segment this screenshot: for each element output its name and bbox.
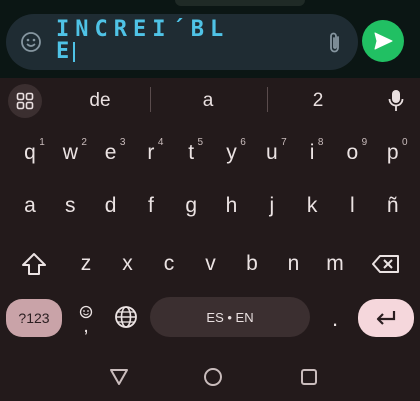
typed-line-1: INCREI´BL bbox=[56, 17, 230, 42]
key-row-4: ?123 , ES • EN . bbox=[0, 297, 420, 341]
key-9[interactable]: p0 bbox=[373, 131, 413, 175]
globe-icon bbox=[115, 306, 137, 328]
key-4[interactable]: g bbox=[171, 184, 211, 228]
recents-icon bbox=[301, 369, 317, 385]
key-6[interactable]: u7 bbox=[252, 131, 292, 175]
system-navigation-bar bbox=[0, 352, 420, 401]
emoji-button[interactable] bbox=[18, 29, 44, 55]
key-hint: 6 bbox=[240, 137, 246, 148]
key-7[interactable]: i8 bbox=[292, 131, 332, 175]
key-8[interactable]: l bbox=[332, 184, 372, 228]
key-6[interactable]: j bbox=[252, 184, 292, 228]
key-4[interactable]: b bbox=[232, 242, 272, 286]
key-letter: o9 bbox=[346, 137, 368, 164]
key-letter: t5 bbox=[188, 137, 204, 164]
key-row-2: asdfghjklñ bbox=[0, 184, 420, 228]
key-5[interactable]: y6 bbox=[212, 131, 252, 175]
chat-compose-bar: INCREI´BL E bbox=[0, 0, 420, 78]
key-0[interactable]: z bbox=[66, 242, 106, 286]
voice-input-button[interactable] bbox=[384, 87, 408, 115]
key-1[interactable]: s bbox=[50, 184, 90, 228]
chat-background-edge bbox=[175, 0, 305, 6]
key-hint: 1 bbox=[39, 137, 45, 148]
send-button[interactable] bbox=[362, 20, 404, 62]
keyboard-menu-button[interactable] bbox=[8, 84, 42, 118]
enter-key[interactable] bbox=[358, 299, 414, 337]
back-button[interactable] bbox=[106, 364, 132, 390]
enter-icon bbox=[376, 311, 396, 325]
shift-icon bbox=[22, 253, 46, 275]
key-2[interactable]: e3 bbox=[91, 131, 131, 175]
key-9[interactable]: ñ bbox=[373, 184, 413, 228]
suggestion-1[interactable]: de bbox=[60, 86, 140, 116]
key-letter: p0 bbox=[386, 137, 408, 164]
key-letter: r4 bbox=[147, 137, 164, 164]
backspace-key[interactable] bbox=[364, 242, 408, 286]
key-2[interactable]: c bbox=[149, 242, 189, 286]
key-hint: 9 bbox=[361, 137, 368, 148]
emoji-icon bbox=[21, 32, 41, 52]
key-3[interactable]: f bbox=[131, 184, 171, 228]
key-hint: 2 bbox=[81, 137, 87, 148]
key-hint: 0 bbox=[401, 137, 408, 148]
key-7[interactable]: k bbox=[292, 184, 332, 228]
comma-label: , bbox=[83, 315, 89, 337]
suggestion-divider bbox=[150, 87, 151, 112]
key-5[interactable]: n bbox=[274, 242, 314, 286]
key-hint: 8 bbox=[317, 137, 324, 148]
key-hint: 5 bbox=[197, 137, 204, 148]
key-1[interactable]: w2 bbox=[50, 131, 90, 175]
suggestion-divider bbox=[267, 87, 268, 112]
key-4[interactable]: t5 bbox=[171, 131, 211, 175]
text-cursor bbox=[73, 42, 76, 62]
key-row-3: zxcvbnm bbox=[0, 242, 420, 286]
paperclip-icon bbox=[330, 32, 339, 53]
key-3[interactable]: v bbox=[191, 242, 231, 286]
key-letter: u7 bbox=[265, 137, 287, 164]
key-letter: e3 bbox=[104, 137, 126, 164]
key-letter: w2 bbox=[62, 137, 87, 164]
shift-key[interactable] bbox=[14, 242, 54, 286]
suggestion-3[interactable]: 2 bbox=[278, 86, 358, 116]
home-button[interactable] bbox=[200, 364, 226, 390]
key-2[interactable]: d bbox=[91, 184, 131, 228]
key-hint: 4 bbox=[157, 137, 164, 148]
suggestion-2[interactable]: a bbox=[168, 86, 248, 116]
space-bar[interactable]: ES • EN bbox=[150, 297, 310, 337]
language-switch-key[interactable] bbox=[112, 303, 140, 331]
symbols-key[interactable]: ?123 bbox=[6, 299, 62, 337]
typed-message-text: INCREI´BL E bbox=[56, 19, 326, 63]
key-8[interactable]: o9 bbox=[332, 131, 372, 175]
key-6[interactable]: m bbox=[315, 242, 355, 286]
back-icon bbox=[110, 369, 128, 385]
key-5[interactable]: h bbox=[212, 184, 252, 228]
period-key[interactable]: . bbox=[322, 297, 348, 341]
home-icon bbox=[204, 368, 222, 386]
key-letter: y6 bbox=[226, 137, 246, 164]
mic-icon bbox=[388, 90, 404, 111]
attach-button[interactable] bbox=[324, 30, 346, 56]
key-hint: 7 bbox=[281, 137, 287, 148]
key-1[interactable]: x bbox=[108, 242, 148, 286]
key-0[interactable]: q1 bbox=[10, 131, 50, 175]
backspace-icon bbox=[372, 255, 399, 273]
key-letter: i8 bbox=[309, 137, 324, 164]
key-letter: q1 bbox=[24, 137, 45, 164]
recents-button[interactable] bbox=[296, 364, 322, 390]
key-row-1: q1 w2 e3 r4 t5 y6 u7 i8 o9 p0 bbox=[0, 131, 420, 175]
key-0[interactable]: a bbox=[10, 184, 50, 228]
emoji-comma-key[interactable]: , bbox=[72, 297, 100, 341]
send-icon bbox=[374, 32, 393, 50]
key-hint: 3 bbox=[119, 137, 126, 148]
grid-icon bbox=[16, 92, 34, 110]
key-3[interactable]: r4 bbox=[131, 131, 171, 175]
message-input-field[interactable]: INCREI´BL E bbox=[6, 14, 358, 70]
